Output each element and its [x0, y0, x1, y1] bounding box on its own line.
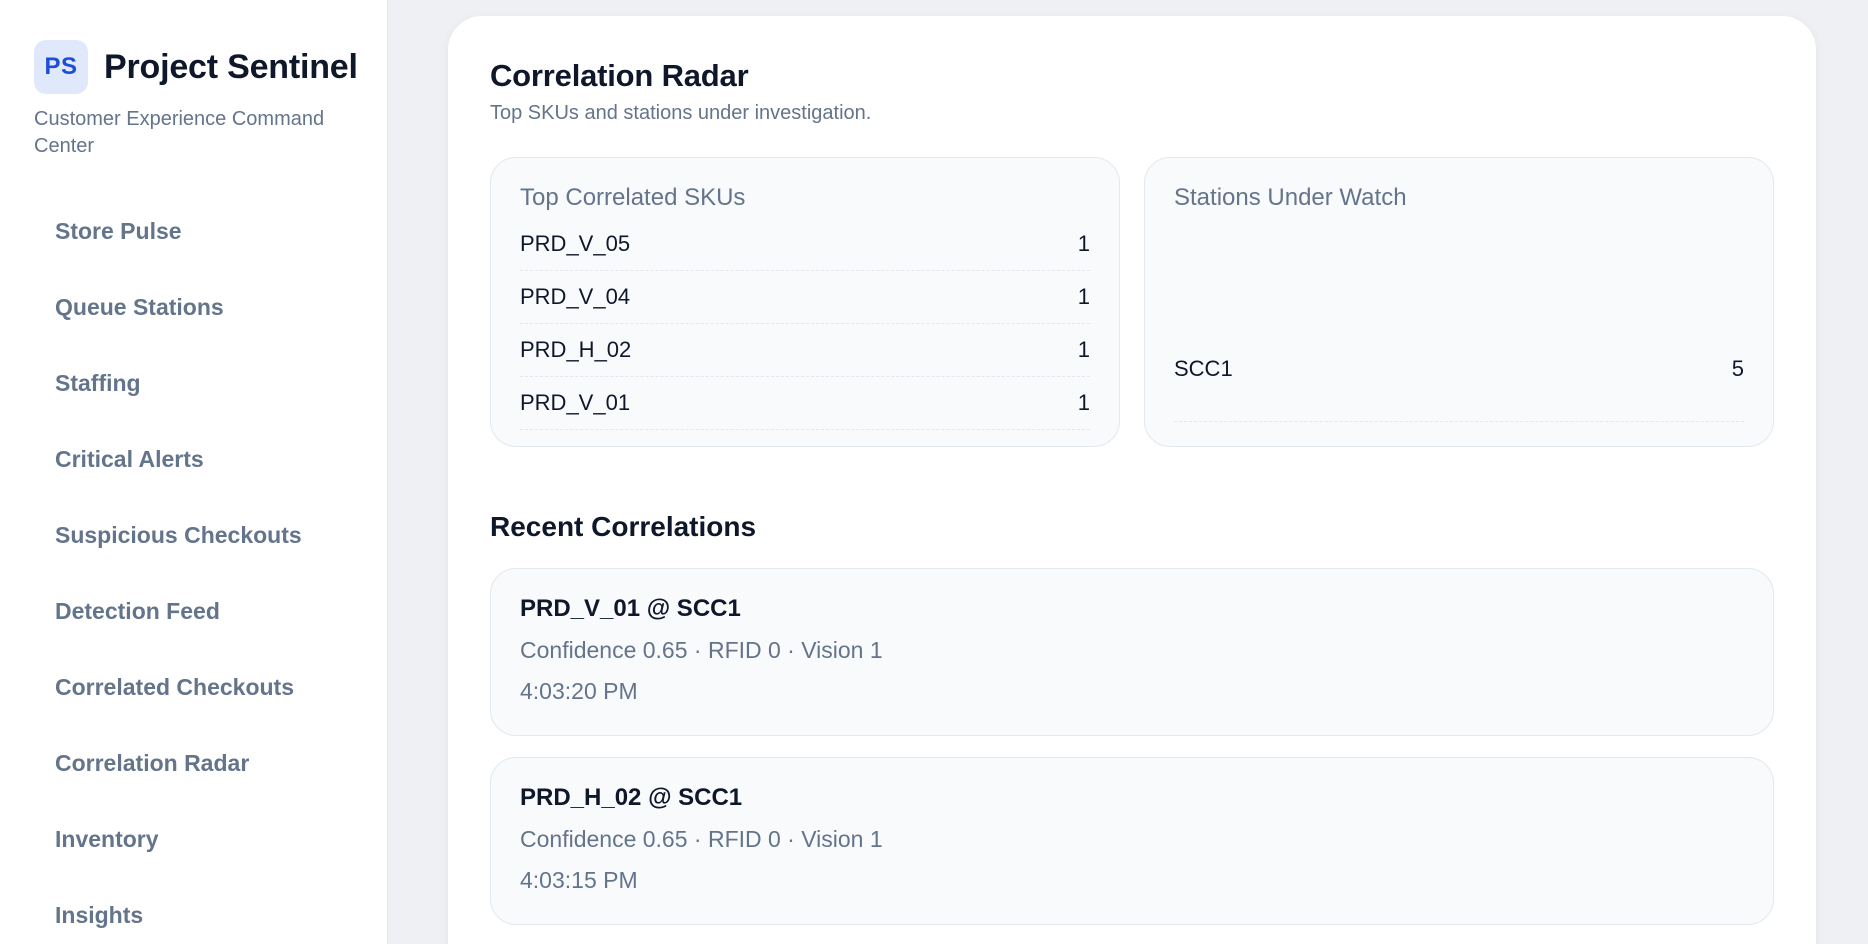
- sidebar-item-correlated-checkouts[interactable]: Correlated Checkouts: [34, 662, 387, 738]
- sku-name: PRD_V_01: [520, 390, 631, 415]
- sku-count: 1: [1077, 231, 1090, 256]
- brand-subtitle: Customer Experience Command Center: [34, 108, 325, 157]
- station-list: SCC1 5: [1174, 212, 1744, 446]
- sku-count: 1: [1077, 390, 1090, 415]
- sku-list: PRD_V_05 1 PRD_V_04 1 PRD_H_02 1 PRD_V_0…: [520, 218, 1090, 430]
- sidebar-item-detection-feed[interactable]: Detection Feed: [34, 586, 387, 662]
- sidebar-item-suspicious-checkouts[interactable]: Suspicious Checkouts: [34, 510, 387, 586]
- page-title: Correlation Radar: [490, 58, 749, 93]
- top-skus-card: Top Correlated SKUs PRD_V_05 1 PRD_V_04 …: [490, 157, 1120, 447]
- section-title: Recent Correlations: [490, 511, 757, 542]
- sidebar-nav: Store Pulse Queue Stations Staffing Crit…: [34, 206, 387, 944]
- brand: PS Project Sentinel: [34, 40, 387, 94]
- correlation-meta: Confidence 0.65 · RFID 0 · Vision 1: [520, 826, 883, 852]
- app: PS Project Sentinel Customer Experience …: [0, 0, 1868, 944]
- list-item: PRD_V_04 1: [520, 271, 1090, 324]
- station-name: SCC1: [1174, 355, 1233, 381]
- sidebar-item-correlation-radar[interactable]: Correlation Radar: [34, 738, 387, 814]
- list-item: PRD_H_02 1: [520, 324, 1090, 377]
- sku-count: 1: [1077, 284, 1090, 309]
- correlation-title: PRD_H_02 @ SCC1: [520, 784, 743, 811]
- sidebar-item-store-pulse[interactable]: Store Pulse: [34, 206, 387, 282]
- sku-name: PRD_V_04: [520, 284, 631, 309]
- card-title: Stations Under Watch: [1174, 184, 1407, 211]
- station-count: 5: [1731, 355, 1744, 381]
- page-subtitle: Top SKUs and stations under investigatio…: [490, 102, 872, 124]
- sku-count: 1: [1077, 337, 1090, 362]
- sku-name: PRD_H_02: [520, 337, 632, 362]
- sidebar-item-insights[interactable]: Insights: [34, 890, 387, 944]
- card-title: Top Correlated SKUs: [520, 184, 746, 211]
- sidebar-item-critical-alerts[interactable]: Critical Alerts: [34, 434, 387, 510]
- sku-name: PRD_V_05: [520, 231, 631, 256]
- correlation-radar-panel: Correlation Radar Top SKUs and stations …: [448, 16, 1816, 944]
- list-item: SCC1 5: [1174, 316, 1744, 422]
- sidebar-item-staffing[interactable]: Staffing: [34, 358, 387, 434]
- list-item: PRD_V_05 1: [520, 218, 1090, 271]
- brand-name: Project Sentinel: [104, 47, 358, 86]
- list-item: PRD_V_01 1: [520, 377, 1090, 430]
- stations-card: Stations Under Watch SCC1 5: [1144, 157, 1774, 447]
- correlation-card[interactable]: PRD_V_01 @ SCC1 Confidence 0.65 · RFID 0…: [490, 568, 1774, 736]
- correlation-meta: Confidence 0.65 · RFID 0 · Vision 1: [520, 637, 883, 663]
- sidebar-item-inventory[interactable]: Inventory: [34, 814, 387, 890]
- summary-cards: Top Correlated SKUs PRD_V_05 1 PRD_V_04 …: [490, 157, 1774, 447]
- correlation-title: PRD_V_01 @ SCC1: [520, 595, 741, 622]
- correlation-time: 4:03:15 PM: [520, 867, 638, 893]
- sidebar-item-queue-stations[interactable]: Queue Stations: [34, 282, 387, 358]
- brand-logo: PS: [34, 40, 88, 94]
- main-content: Correlation Radar Top SKUs and stations …: [388, 0, 1868, 944]
- sidebar: PS Project Sentinel Customer Experience …: [0, 0, 388, 944]
- correlation-card[interactable]: PRD_H_02 @ SCC1 Confidence 0.65 · RFID 0…: [490, 757, 1774, 925]
- correlation-time: 4:03:20 PM: [520, 678, 638, 704]
